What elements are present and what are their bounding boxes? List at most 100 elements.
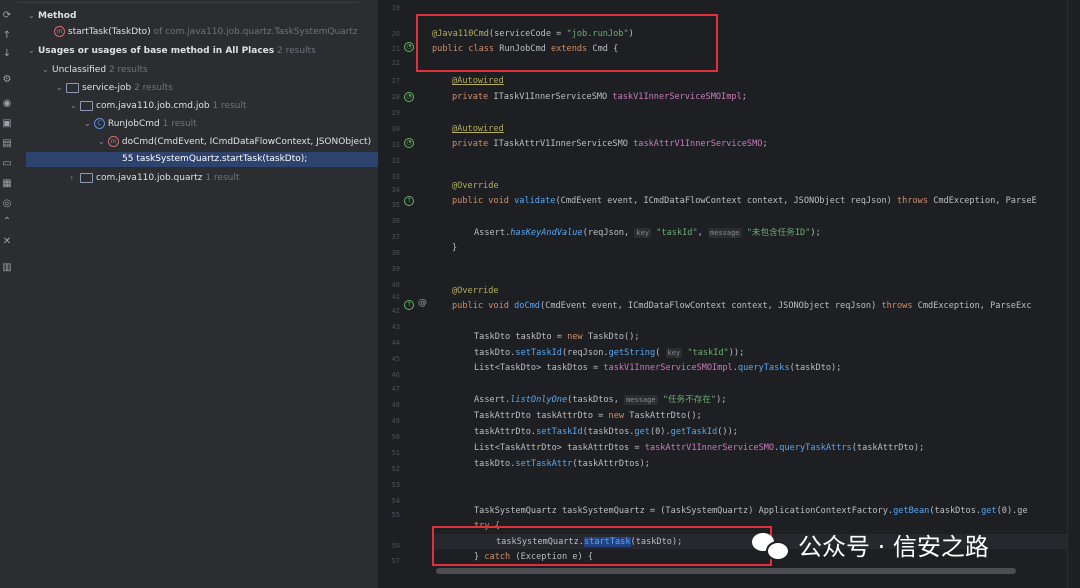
tree-package-cmd-job[interactable]: ⌄ com.java110.job.cmd.job 1 result <box>70 98 247 113</box>
export-icon[interactable]: ▦ <box>1 178 13 190</box>
watermark: 公众号 · 信安之路 <box>752 524 989 564</box>
tree-module-service-job[interactable]: ⌄ service-job 2 results <box>56 80 173 95</box>
code-line: @Override <box>452 286 499 296</box>
at-gutter-icon[interactable]: @ <box>418 298 427 308</box>
line-number: 32 <box>391 157 400 165</box>
code-line: @Autowired <box>452 76 504 86</box>
line-number: 33 <box>391 173 400 181</box>
bean-gutter-icon[interactable]: ◔ <box>404 92 414 102</box>
pin-icon[interactable]: ◎ <box>1 198 13 210</box>
line-number: 44 <box>391 339 400 347</box>
param-hint: message <box>708 228 742 238</box>
line-number: 21 <box>391 45 400 53</box>
line-number: 54 <box>391 497 400 505</box>
line-number: 39 <box>391 265 400 273</box>
line-number: 53 <box>391 481 400 489</box>
line-number: 22 <box>391 59 400 67</box>
annotation-box-call <box>432 526 772 566</box>
package-icon <box>80 172 93 183</box>
code-line: public void validate(CmdEvent event, ICm… <box>452 196 1037 206</box>
line-number: 31 <box>391 141 400 149</box>
bean-gutter-icon[interactable]: ◔ <box>404 42 414 52</box>
left-toolbar: ⟳ ↑ ↓ ⚙ ◉ ▣ ▤ ▭ ▦ ◎ ⌃ ✕ ▥ <box>0 0 15 588</box>
line-number: 47 <box>391 385 400 393</box>
line-number: 28 <box>391 93 400 101</box>
line-number: 34 <box>391 186 400 194</box>
class-icon: C <box>94 118 105 129</box>
tree-method-docmd[interactable]: ⌄ m doCmd(CmdEvent, ICmdDataFlowContext, … <box>98 134 371 149</box>
code-line: private ITaskAttrV1InnerServiceSMO taskA… <box>452 139 768 149</box>
tree-usages-header[interactable]: ⌄ Usages or usages of base method in All … <box>28 43 316 58</box>
line-number: 56 <box>391 542 400 550</box>
selected-usage-row[interactable]: 55 taskSystemQuartz.startTask(taskDto); <box>26 152 382 167</box>
editor-gutter: 19 20 21 22 27 28 29 30 31 32 33 34 35 36 37 38 39 40 41 42… <box>378 0 432 588</box>
tree-unclassified[interactable]: ⌄ Unclassified 2 results <box>42 62 148 77</box>
chevron-down-icon: ⌄ <box>70 101 77 110</box>
override-gutter-icon[interactable]: ↑ <box>404 300 414 310</box>
arrow-down-icon[interactable]: ↓ <box>1 48 13 60</box>
param-hint: key <box>665 348 683 358</box>
line-number: 48 <box>391 401 400 409</box>
code-line: List<TaskDto> taskDtos = taskV1InnerServ… <box>474 363 842 373</box>
method-icon: m <box>108 136 119 147</box>
tree-class-runjobcmd[interactable]: ⌄ C RunJobCmd 1 result <box>84 116 197 131</box>
line-number: 38 <box>391 249 400 257</box>
line-number: 41 <box>391 293 400 301</box>
chevron-down-icon: ⌄ <box>28 11 35 20</box>
vertical-scrollbar[interactable] <box>1067 0 1080 588</box>
override-gutter-icon[interactable]: ↑ <box>404 196 414 206</box>
usage-line: 55 taskSystemQuartz.startTask(taskDto); <box>122 154 308 164</box>
code-line: public void doCmd(CmdEvent event, ICmdDa… <box>452 301 1032 311</box>
line-number: 27 <box>391 77 400 85</box>
method-icon: m <box>54 26 65 37</box>
code-line: TaskDto taskDto = new TaskDto(); <box>474 332 640 342</box>
line-number: 20 <box>391 30 400 38</box>
code-line: Assert.listOnlyOne(taskDtos, message "任务… <box>474 395 727 405</box>
code-line: TaskAttrDto taskAttrDto = new TaskAttrDt… <box>474 411 702 421</box>
code-line: taskAttrDto.setTaskId(taskDtos.get(0).ge… <box>474 427 738 437</box>
bean-gutter-icon[interactable]: ◔ <box>404 138 414 148</box>
tree-method-header[interactable]: ⌄ Method <box>28 8 76 23</box>
code-line: @Autowired <box>452 124 504 134</box>
line-number: 36 <box>391 217 400 225</box>
annotation-box-class <box>416 14 718 72</box>
chevron-down-icon: ⌄ <box>42 65 49 74</box>
eye-icon[interactable]: ◉ <box>1 98 13 110</box>
code-line: @Override <box>452 181 499 191</box>
param-hint: message <box>624 395 658 405</box>
line-number: 37 <box>391 233 400 241</box>
settings-icon[interactable]: ⚙ <box>1 74 13 86</box>
filter-icon[interactable]: ▤ <box>1 138 13 150</box>
code-line: taskDto.setTaskId(reqJson.getString( key… <box>474 348 745 358</box>
line-number: 19 <box>391 4 400 12</box>
line-number: 46 <box>391 371 400 379</box>
code-editor[interactable]: @Java110Cmd(serviceCode = "job.runJob") … <box>432 0 1068 588</box>
layout-icon[interactable]: ▥ <box>1 262 13 274</box>
chevron-right-icon: › <box>70 173 74 182</box>
code-line: Assert.hasKeyAndValue(reqJson, key "task… <box>474 228 821 238</box>
group-icon[interactable]: ▣ <box>1 118 13 130</box>
code-line: taskDto.setTaskAttr(taskAttrDtos); <box>474 459 650 469</box>
line-number: 55 <box>391 511 400 519</box>
horizontal-scrollbar[interactable] <box>436 568 1016 574</box>
chevron-down-icon: ⌄ <box>98 137 105 146</box>
preview-icon[interactable]: ▭ <box>1 158 13 170</box>
line-number: 51 <box>391 449 400 457</box>
chevron-down-icon: ⌄ <box>84 119 91 128</box>
module-folder-icon <box>66 82 79 93</box>
package-icon <box>80 100 93 111</box>
wechat-logo-icon <box>752 529 790 561</box>
param-hint: key <box>634 228 652 238</box>
arrow-up-icon[interactable]: ↑ <box>1 30 13 42</box>
line-number: 43 <box>391 323 400 331</box>
collapse-icon[interactable]: ✕ <box>1 236 13 248</box>
code-line: TaskSystemQuartz taskSystemQuartz = (Tas… <box>474 506 1028 516</box>
refresh-icon[interactable]: ⟳ <box>1 10 13 22</box>
code-line: } <box>452 243 458 253</box>
tree-method-item[interactable]: m startTask(TaskDto) of com.java110.job.… <box>54 25 358 40</box>
expand-icon[interactable]: ⌃ <box>1 216 13 228</box>
line-number: 49 <box>391 417 400 425</box>
line-number: 57 <box>391 557 400 565</box>
line-number: 30 <box>391 125 400 133</box>
tree-package-quartz[interactable]: › com.java110.job.quartz 1 result <box>70 170 239 185</box>
